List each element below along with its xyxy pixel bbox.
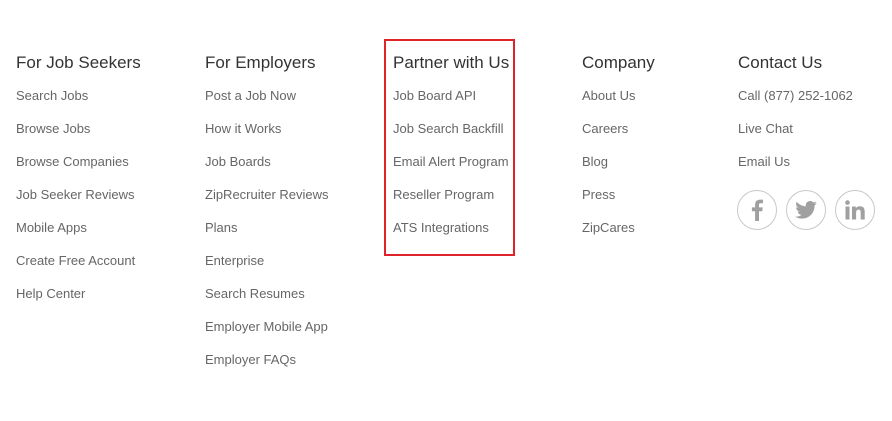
link-blog[interactable]: Blog [582,154,608,169]
link-search-resumes[interactable]: Search Resumes [205,286,305,301]
linkedin-icon [845,200,865,220]
column-heading: For Employers [205,53,316,72]
link-how-it-works[interactable]: How it Works [205,121,281,136]
column-heading: Company [582,53,655,72]
link-list: Call (877) 252-1062 Live Chat Email Us [738,87,853,186]
link-browse-companies[interactable]: Browse Companies [16,154,129,169]
link-ziprecruiter-reviews[interactable]: ZipRecruiter Reviews [205,187,329,202]
list-item: ZipRecruiter Reviews [205,186,329,219]
link-press[interactable]: Press [582,187,615,202]
link-help-center[interactable]: Help Center [16,286,85,301]
list-item: Email Us [738,153,853,186]
link-list: Job Board API Job Search Backfill Email … [393,87,509,252]
link-about-us[interactable]: About Us [582,88,635,103]
site-footer: For Job Seekers Search Jobs Browse Jobs … [0,0,892,421]
social-links [737,190,875,230]
list-item: Job Seeker Reviews [16,186,141,219]
list-item: Call (877) 252-1062 [738,87,853,120]
link-employer-mobile-app[interactable]: Employer Mobile App [205,319,328,334]
link-list: Search Jobs Browse Jobs Browse Companies… [16,87,141,318]
link-reseller-program[interactable]: Reseller Program [393,187,494,202]
column-heading: Contact Us [738,53,823,72]
footer-column-job-seekers: For Job Seekers Search Jobs Browse Jobs … [16,52,141,318]
list-item: Post a Job Now [205,87,329,120]
link-employer-faqs[interactable]: Employer FAQs [205,352,296,367]
list-item: How it Works [205,120,329,153]
footer-column-contact: Contact Us Call (877) 252-1062 Live Chat… [738,52,853,186]
link-job-search-backfill[interactable]: Job Search Backfill [393,121,504,136]
list-item: Press [582,186,655,219]
list-item: Enterprise [205,252,329,285]
link-zipcares[interactable]: ZipCares [582,220,635,235]
footer-column-partner: Partner with Us Job Board API Job Search… [393,52,509,252]
footer-column-company: Company About Us Careers Blog Press ZipC… [582,52,655,252]
link-careers[interactable]: Careers [582,121,628,136]
link-job-seeker-reviews[interactable]: Job Seeker Reviews [16,187,135,202]
list-item: Search Jobs [16,87,141,120]
link-post-a-job-now[interactable]: Post a Job Now [205,88,296,103]
footer-column-employers: For Employers Post a Job Now How it Work… [205,52,329,384]
link-job-board-api[interactable]: Job Board API [393,88,476,103]
list-item: Live Chat [738,120,853,153]
list-item: Blog [582,153,655,186]
facebook-button[interactable] [737,190,777,230]
list-item: Plans [205,219,329,252]
link-enterprise[interactable]: Enterprise [205,253,264,268]
list-item: Job Board API [393,87,509,120]
twitter-button[interactable] [786,190,826,230]
link-job-boards[interactable]: Job Boards [205,154,271,169]
list-item: Search Resumes [205,285,329,318]
link-list: About Us Careers Blog Press ZipCares [582,87,655,252]
facebook-icon [751,199,763,221]
link-create-free-account[interactable]: Create Free Account [16,253,135,268]
list-item: Create Free Account [16,252,141,285]
link-ats-integrations[interactable]: ATS Integrations [393,220,489,235]
list-item: Email Alert Program [393,153,509,186]
list-item: Help Center [16,285,141,318]
list-item: Mobile Apps [16,219,141,252]
twitter-icon [795,201,817,219]
list-item: Reseller Program [393,186,509,219]
column-heading: Partner with Us [393,53,510,72]
list-item: Browse Jobs [16,120,141,153]
list-item: Careers [582,120,655,153]
link-email-alert-program[interactable]: Email Alert Program [393,154,509,169]
link-live-chat[interactable]: Live Chat [738,121,793,136]
column-heading: For Job Seekers [16,53,141,72]
link-mobile-apps[interactable]: Mobile Apps [16,220,87,235]
link-search-jobs[interactable]: Search Jobs [16,88,88,103]
list-item: Job Boards [205,153,329,186]
list-item: Employer Mobile App [205,318,329,351]
link-list: Post a Job Now How it Works Job Boards Z… [205,87,329,384]
link-browse-jobs[interactable]: Browse Jobs [16,121,90,136]
list-item: Employer FAQs [205,351,329,384]
list-item: Browse Companies [16,153,141,186]
list-item: About Us [582,87,655,120]
link-email-us[interactable]: Email Us [738,154,790,169]
linkedin-button[interactable] [835,190,875,230]
list-item: ZipCares [582,219,655,252]
link-call-phone[interactable]: Call (877) 252-1062 [738,88,853,103]
link-plans[interactable]: Plans [205,220,238,235]
list-item: ATS Integrations [393,219,509,252]
list-item: Job Search Backfill [393,120,509,153]
